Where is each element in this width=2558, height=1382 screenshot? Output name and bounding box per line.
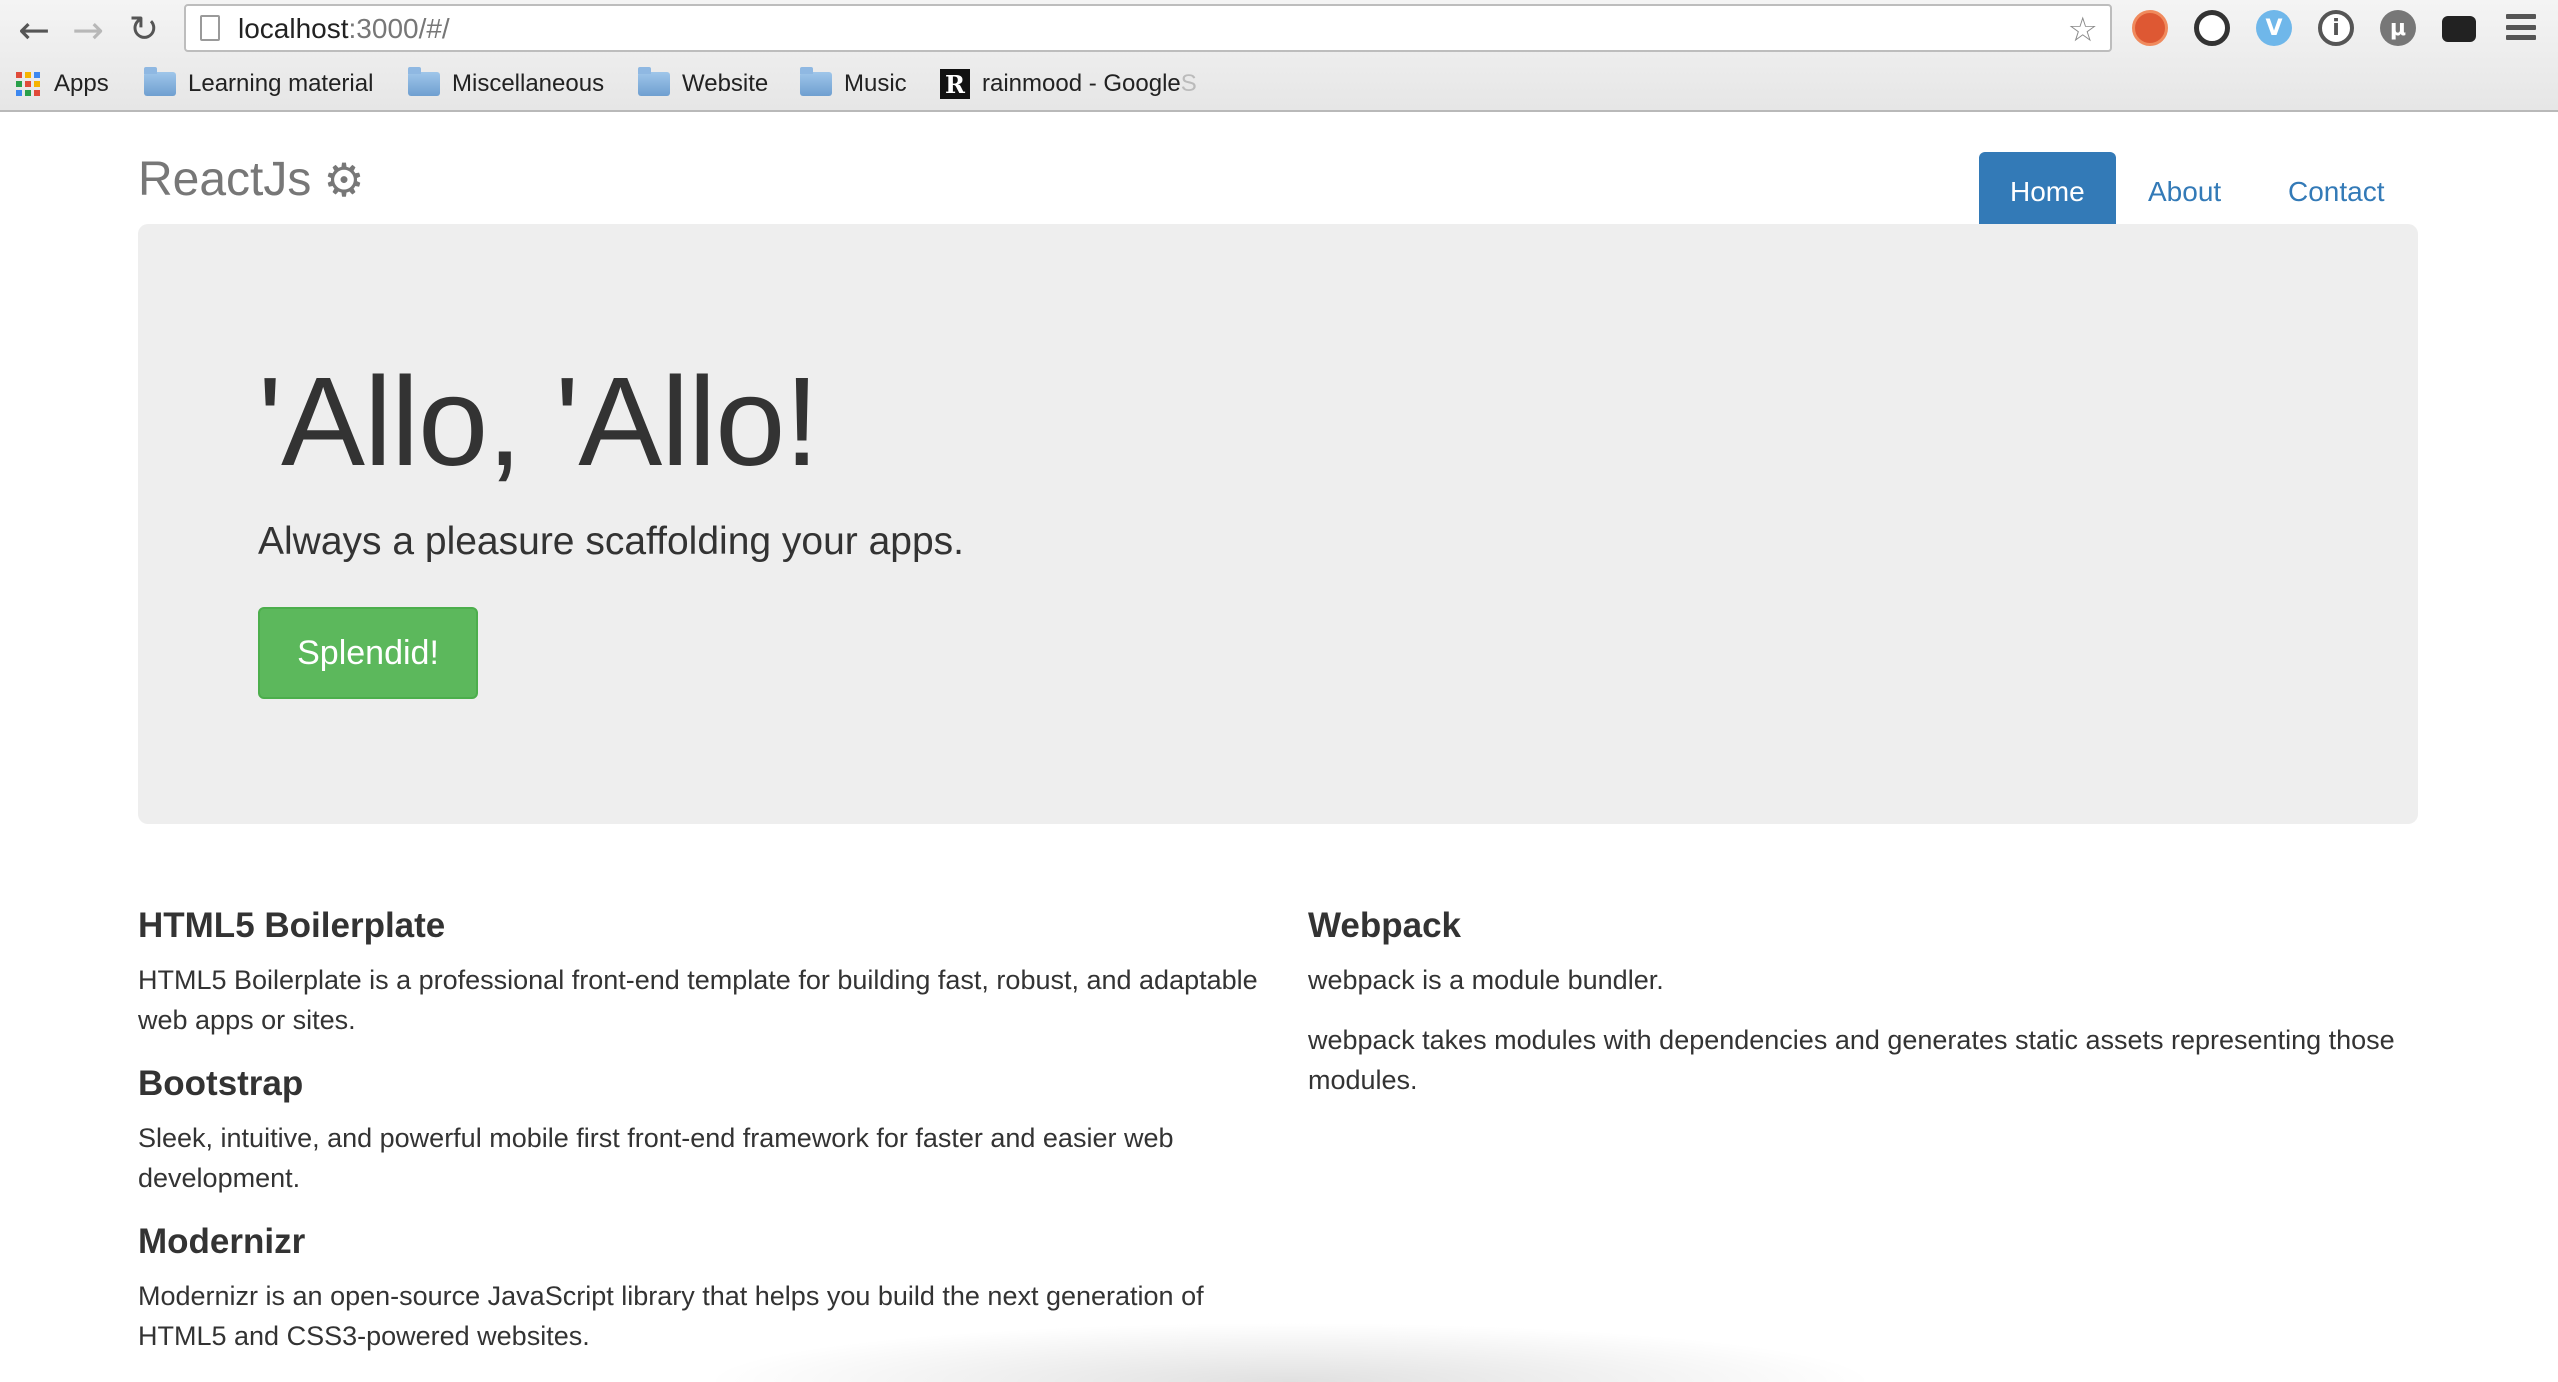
folder-icon [638, 67, 670, 96]
bookmark-label: Learning material [188, 70, 374, 97]
rainmood-icon: R [940, 69, 970, 99]
section-text: webpack is a module bundler. [1308, 965, 1664, 995]
vimium-extension-icon[interactable]: V [2256, 10, 2292, 46]
jumbotron-subtitle: Always a pleasure scaffolding your apps. [258, 520, 965, 563]
brand[interactable]: ReactJs ⚙ [138, 152, 365, 207]
duckduckgo-extension-icon[interactable] [2132, 10, 2168, 46]
bookmark-website[interactable]: Website [638, 67, 769, 100]
ublock-extension-icon[interactable]: μ [2380, 10, 2416, 46]
page-icon [200, 15, 220, 41]
bookmark-music[interactable]: Music [800, 67, 907, 100]
reload-icon[interactable]: ↻ [124, 10, 164, 50]
bookmark-star-icon[interactable]: ☆ [2068, 10, 2098, 50]
browser-chrome: ← → ↻ localhost:3000/#/ ☆ V i μ Apps Lea… [0, 0, 2558, 112]
section-text: webpack takes modules with dependencies … [1308, 1025, 2395, 1095]
left-column: HTML5 Boilerplate HTML5 Boilerplate is a… [138, 902, 1258, 1376]
onepassword-extension-icon[interactable]: i [2318, 10, 2354, 46]
back-arrow-icon[interactable]: ← [14, 10, 54, 50]
forward-arrow-icon[interactable]: → [68, 10, 108, 50]
bookmark-label: Music [844, 70, 907, 97]
bookmark-apps[interactable]: Apps [16, 68, 109, 100]
section-heading: Bootstrap [138, 1064, 304, 1103]
bookmark-learning-material[interactable]: Learning material [144, 67, 374, 100]
right-column: Webpack webpack is a module bundler. web… [1308, 902, 2428, 1120]
page-content: ReactJs ⚙ Home About Contact 'Allo, 'All… [0, 112, 2558, 1382]
jumbotron: 'Allo, 'Allo! Always a pleasure scaffold… [138, 224, 2418, 824]
bottom-shadow [700, 1322, 1880, 1382]
bookmark-label: rainmood - Google [982, 70, 1181, 97]
section-text: HTML5 Boilerplate is a professional fron… [138, 965, 1258, 1035]
section-text: Sleek, intuitive, and powerful mobile fi… [138, 1123, 1174, 1193]
hamburger-menu-icon[interactable] [2506, 14, 2536, 40]
bookmark-label: Miscellaneous [452, 70, 605, 97]
section-heading: Modernizr [138, 1222, 306, 1261]
bookmark-label: Website [682, 70, 769, 97]
sync-extension-icon[interactable] [2194, 10, 2230, 46]
nav-home[interactable]: Home [1979, 152, 2116, 231]
splendid-button[interactable]: Splendid! [258, 607, 478, 699]
monitor-extension-icon[interactable] [2442, 16, 2476, 42]
apps-grid-icon [16, 72, 40, 96]
address-bar[interactable]: localhost:3000/#/ ☆ [184, 4, 2112, 52]
url-text[interactable]: localhost:3000/#/ [238, 13, 450, 45]
bookmark-miscellaneous[interactable]: Miscellaneous [408, 67, 605, 100]
folder-icon [408, 67, 440, 96]
section-heading: HTML5 Boilerplate [138, 906, 446, 945]
bookmark-rainmood[interactable]: R rainmood - Google S [940, 68, 1197, 100]
bookmark-label: Apps [54, 70, 109, 97]
folder-icon [144, 67, 176, 96]
bookmarks-bar: Apps Learning material Miscellaneous Web… [0, 62, 2558, 106]
brand-text: ReactJs [138, 153, 312, 206]
jumbotron-title: 'Allo, 'Allo! [258, 351, 819, 492]
nav-about[interactable]: About [2117, 152, 2252, 231]
gear-icon: ⚙ [323, 152, 365, 207]
bookmark-label-fade: S [1180, 70, 1197, 97]
folder-icon [800, 67, 832, 96]
nav-contact[interactable]: Contact [2257, 152, 2416, 231]
section-heading: Webpack [1308, 906, 1462, 945]
